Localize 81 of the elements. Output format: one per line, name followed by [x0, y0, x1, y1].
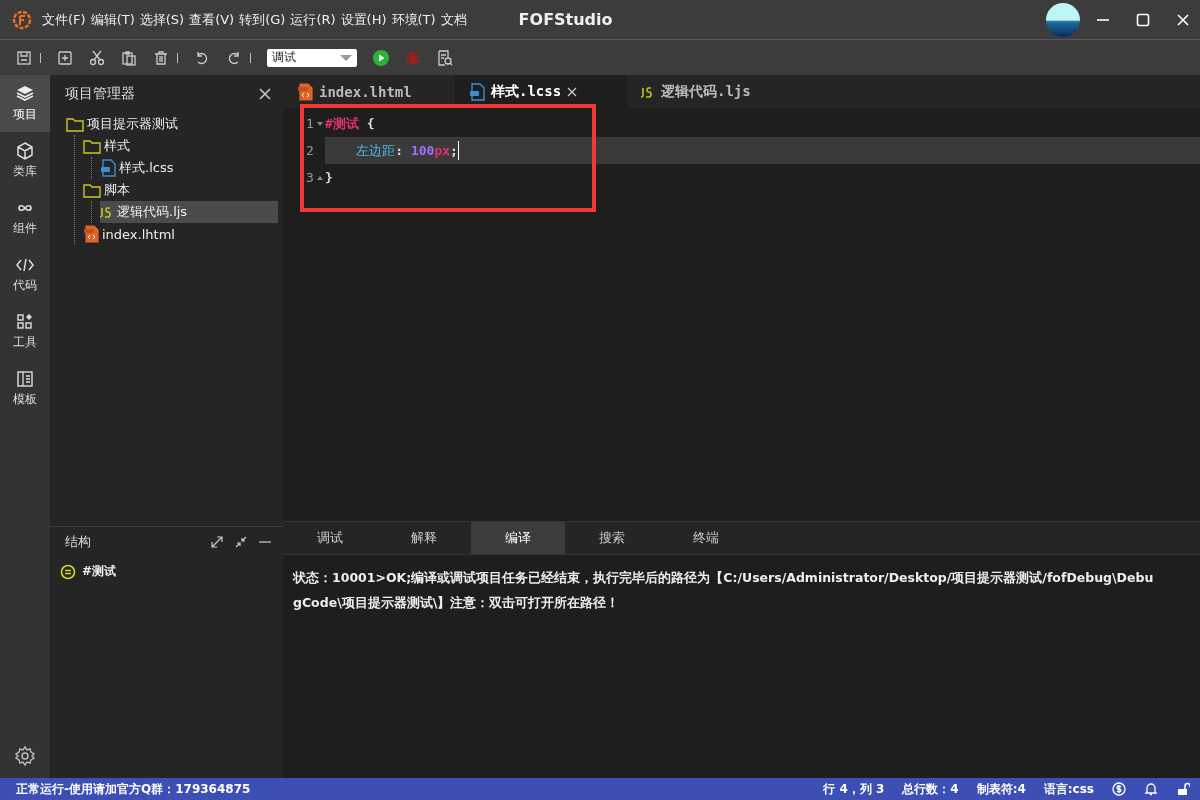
menu-item[interactable]: 设置(H) — [340, 10, 387, 29]
window-title: FOFStudio — [518, 10, 613, 29]
output-message: 状态：10001>OK;编译或调试项目任务已经结束，执行完毕后的路径为【C:/Users/Administrator/Desktop/项目提示器测试/fofDebug\DebugCode\项目提示器测试\】注意：双击可打开所在路径！ — [291, 569, 1155, 612]
code-line: #测试 { — [325, 114, 376, 133]
menu-item[interactable]: 环境(T) — [391, 10, 436, 29]
status-item[interactable]: 行 4，列 3 — [823, 780, 885, 798]
panel-tab[interactable]: 终端 — [659, 522, 753, 554]
activity-tab[interactable]: 项目 — [0, 75, 50, 132]
dollar-icon[interactable] — [1112, 782, 1126, 796]
line-number: 3 — [306, 170, 314, 185]
line-number: 2 — [306, 143, 314, 158]
status-item[interactable]: 制表符:4 — [976, 780, 1026, 798]
editor-tab[interactable]: 逻辑代码.ljs — [627, 75, 799, 108]
delete-icon[interactable] — [153, 49, 169, 66]
outline-item[interactable]: #测试 — [50, 557, 283, 580]
editor-tab[interactable]: index.lhtml — [283, 75, 455, 108]
menu-item[interactable]: 编辑(T) — [90, 10, 135, 29]
tree-item[interactable]: index.lhtml — [83, 223, 283, 245]
new-file-icon[interactable] — [57, 49, 73, 66]
close-icon[interactable] — [259, 88, 271, 100]
save-icon[interactable] — [16, 49, 32, 66]
panel-tab[interactable]: 调试 — [283, 522, 377, 554]
js-icon — [641, 84, 655, 99]
js-icon — [100, 205, 114, 219]
collapse-icon[interactable] — [235, 536, 247, 548]
editor-tab[interactable]: 样式.lcss — [455, 75, 627, 108]
activity-tab[interactable]: 工具 — [0, 303, 50, 360]
expand-icon[interactable] — [211, 536, 223, 548]
tree-item[interactable]: 样式 — [83, 135, 283, 157]
menu-item[interactable]: 转到(G) — [239, 10, 286, 29]
code-line: } — [325, 169, 334, 187]
menu-item[interactable]: 查看(V) — [189, 10, 235, 29]
status-item[interactable]: 总行数：4 — [902, 780, 959, 798]
widgets-icon — [15, 312, 35, 332]
menu-item[interactable]: 选择(S) — [139, 10, 185, 29]
cut-icon[interactable] — [89, 49, 105, 66]
file-icon — [469, 82, 485, 101]
undo-icon[interactable] — [194, 49, 210, 66]
panel-title: 项目管理器 — [65, 85, 135, 103]
folder-icon — [83, 138, 101, 154]
folder-icon — [83, 182, 101, 198]
file-icon — [100, 159, 116, 177]
logo-icon — [12, 9, 32, 30]
fold-icon[interactable] — [315, 119, 324, 128]
template-icon — [15, 369, 35, 389]
menu-item[interactable]: 运行(R) — [290, 10, 336, 29]
panel-title: 结构 — [65, 533, 91, 551]
caret-icon — [340, 53, 352, 62]
activity-tab[interactable]: 组件 — [0, 189, 50, 246]
activity-tab[interactable]: 类库 — [0, 132, 50, 189]
panel-tab[interactable]: 编译 — [471, 522, 565, 554]
tree-item[interactable]: 脚本 — [83, 179, 283, 201]
tree-item[interactable]: 项目提示器测试 — [66, 113, 283, 135]
html-file-icon — [83, 225, 99, 243]
bell-icon[interactable] — [1144, 782, 1158, 796]
tree-item[interactable]: 逻辑代码.ljs — [100, 201, 278, 223]
html-file-icon — [297, 82, 313, 101]
tree-item[interactable]: 样式.lcss — [100, 157, 283, 179]
panel-tab[interactable]: 解释 — [377, 522, 471, 554]
close-icon[interactable] — [567, 86, 578, 97]
line-number: 1 — [306, 116, 314, 131]
menu-item[interactable]: 文档 — [440, 10, 467, 29]
activity-tab[interactable]: 代码 — [0, 246, 50, 303]
unlock-icon[interactable] — [1176, 782, 1190, 796]
panel-tab[interactable]: 搜索 — [565, 522, 659, 554]
status-item[interactable]: 语言:css — [1043, 780, 1094, 798]
run-mode-dropdown[interactable]: 调试 — [267, 48, 357, 67]
folder-icon — [66, 116, 84, 132]
activity-tab[interactable]: 模板 — [0, 360, 50, 417]
selector-icon — [60, 563, 76, 580]
file-search-icon[interactable] — [437, 49, 453, 66]
paste-icon[interactable] — [121, 49, 137, 66]
cube-icon — [15, 141, 35, 161]
status-message: 正常运行-使用请加官方Q群：179364875 — [16, 780, 251, 798]
layers-icon — [15, 84, 35, 104]
redo-icon[interactable] — [226, 49, 242, 66]
maximize-icon[interactable] — [1136, 12, 1150, 27]
settings-icon[interactable] — [15, 746, 35, 766]
run-icon[interactable] — [373, 49, 389, 66]
menu-item[interactable]: 文件(F) — [42, 10, 86, 29]
avatar[interactable] — [1046, 2, 1080, 37]
